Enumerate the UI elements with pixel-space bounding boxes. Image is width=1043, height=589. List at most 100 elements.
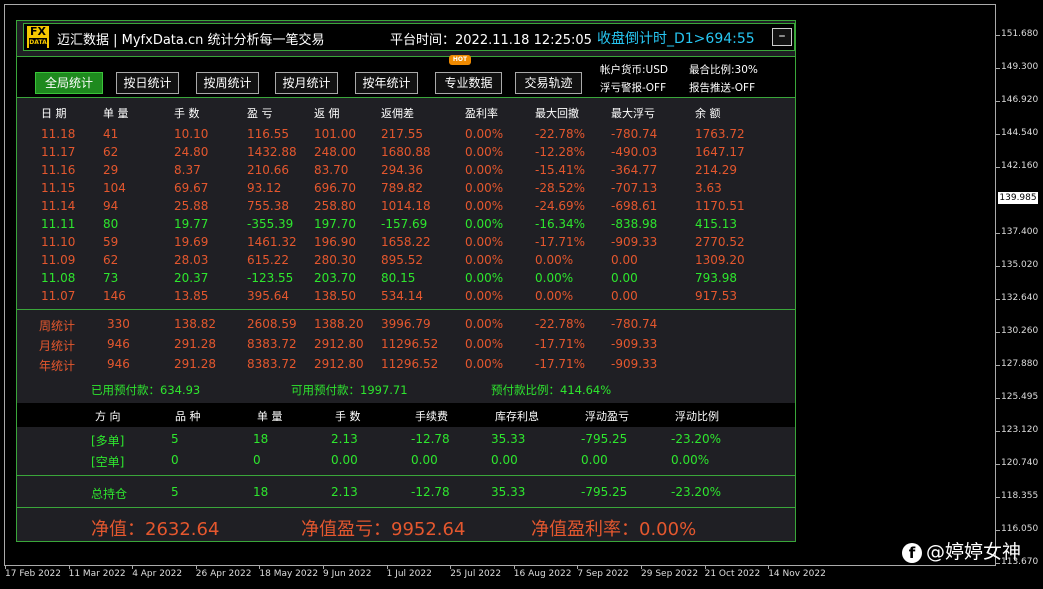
summary-cell: 0.00%	[465, 337, 504, 351]
positions-cell: 5	[171, 432, 179, 446]
float-alert-toggle[interactable]: 浮亏警报-OFF	[600, 80, 666, 95]
positions-cell: 0.00	[331, 453, 358, 467]
positions-cell[interactable]: [空单]	[91, 453, 124, 470]
time-tick: 21 Oct 2022	[704, 565, 761, 579]
panel-title: 迈汇数据 | MyfxData.cn 统计分析每一笔交易	[57, 33, 325, 48]
table-cell: 0.00%	[465, 235, 504, 249]
minimize-button[interactable]: –	[772, 28, 792, 46]
price-tick: 151.680	[995, 29, 1039, 39]
table-header-cell: 日 期	[41, 107, 67, 120]
time-tick: 11 Mar 2022	[68, 565, 126, 579]
table-cell: 2770.52	[695, 235, 745, 249]
table-cell: 0.00%	[535, 253, 574, 267]
summary-cell: 1388.20	[314, 317, 364, 331]
price-tick: 120.740	[995, 458, 1039, 468]
tab-daily-stats[interactable]: 按日统计	[116, 72, 179, 94]
positions-total-cell: 2.13	[331, 485, 358, 499]
table-cell: 789.82	[381, 181, 423, 195]
positions-cell: 2.13	[331, 432, 358, 446]
table-cell: 1170.51	[695, 199, 745, 213]
tab-yearly-stats[interactable]: 按年统计	[355, 72, 418, 94]
table-cell: 94	[103, 199, 119, 213]
table-cell: 696.70	[314, 181, 356, 195]
table-cell: 917.53	[695, 289, 737, 303]
table-cell: 0.00%	[465, 163, 504, 177]
summary-cell: 946	[107, 357, 130, 371]
table-cell: 11.09	[41, 253, 76, 267]
table-cell: 0.00%	[465, 271, 504, 285]
used-prepayment: 已用预付款：634.93	[91, 383, 201, 397]
table-header-cell: 最大浮亏	[611, 107, 655, 120]
summary-cell: 946	[107, 337, 130, 351]
positions-cell: -12.78	[411, 432, 450, 446]
positions-header: 方 向 品 种 单 量 手 数 手续费 库存利息 浮动盈亏 浮动比例	[17, 403, 795, 427]
table-cell: -28.52%	[535, 181, 586, 195]
positions-total-cell: -12.78	[411, 485, 450, 499]
equity-pnl: 净值盈亏：9952.64	[301, 519, 466, 540]
account-currency: 帐户货币:USD	[600, 64, 668, 76]
table-cell: 0.00%	[535, 289, 574, 303]
table-cell: 19.69	[174, 235, 209, 249]
table-cell: 11.11	[41, 217, 76, 231]
table-cell: -16.34%	[535, 217, 586, 231]
table-cell: 0.00%	[465, 289, 504, 303]
table-header-cell: 最大回撤	[535, 107, 579, 120]
price-tick: 149.300	[995, 62, 1039, 72]
table-cell: 1680.88	[381, 145, 431, 159]
table-cell: 25.88	[174, 199, 209, 213]
available-prepayment: 可用预付款：1997.71	[291, 383, 408, 397]
report-push-toggle[interactable]: 报告推送-OFF	[689, 80, 755, 95]
stats-table-header: 日 期 单 量 手 数 盈 亏 返 佣 返佣差 盈利率 最大回撤 最大浮亏 余 额	[17, 101, 795, 123]
positions-header-cell: 手 数	[335, 410, 361, 423]
table-cell: 615.22	[247, 253, 289, 267]
table-cell: 258.80	[314, 199, 356, 213]
tab-trade-track[interactable]: 交易轨迹	[515, 72, 582, 94]
hot-badge: HOT	[449, 55, 471, 65]
divider	[17, 475, 795, 476]
positions-cell[interactable]: [多单]	[91, 432, 124, 449]
positions-header-cell: 浮动比例	[675, 410, 719, 423]
price-tick: 130.260	[995, 326, 1039, 336]
tab-weekly-stats[interactable]: 按周统计	[196, 72, 259, 94]
table-cell: -707.13	[611, 181, 658, 195]
table-header-cell: 返佣差	[381, 107, 414, 120]
positions-total-cell: -23.20%	[671, 485, 722, 499]
tab-global-stats[interactable]: 全局统计	[35, 72, 103, 94]
table-cell: 116.55	[247, 127, 289, 141]
summary-cell: 11296.52	[381, 357, 439, 371]
table-cell: -15.41%	[535, 163, 586, 177]
table-cell: 41	[103, 127, 119, 141]
table-cell: 13.85	[174, 289, 209, 303]
table-cell: -780.74	[611, 127, 658, 141]
divider	[17, 507, 795, 508]
tab-pro-data[interactable]: 专业数据	[435, 72, 502, 94]
table-cell: 0.00	[611, 253, 638, 267]
stats-table-body: 11.18 41 10.10 116.55 101.00 217.55 0.00% -22.7…	[17, 123, 795, 309]
table-cell: -12.28%	[535, 145, 586, 159]
table-cell: 11.15	[41, 181, 76, 195]
table-cell: 415.13	[695, 217, 737, 231]
positions-header-cell: 方 向	[95, 410, 121, 423]
table-cell: 0.00	[611, 271, 638, 285]
table-cell: -17.71%	[535, 235, 586, 249]
positions-header-cell: 库存利息	[495, 410, 539, 423]
table-cell: 217.55	[381, 127, 423, 141]
time-tick: 9 Jun 2022	[323, 565, 372, 579]
positions-cell: 0.00%	[671, 453, 710, 467]
table-cell: 11.10	[41, 235, 76, 249]
table-cell: 11.17	[41, 145, 76, 159]
table-header-cell: 手 数	[174, 107, 200, 120]
table-header-cell: 盈利率	[465, 107, 498, 120]
tab-monthly-stats[interactable]: 按月统计	[275, 72, 338, 94]
table-cell: -364.77	[611, 163, 658, 177]
time-tick: 16 Aug 2022	[513, 565, 572, 579]
table-cell: 83.70	[314, 163, 349, 177]
time-tick: 4 Apr 2022	[132, 565, 183, 579]
table-cell: 69.67	[174, 181, 209, 195]
summary-cell: 年统计	[39, 359, 76, 373]
table-cell: 203.70	[314, 271, 356, 285]
table-cell: 1763.72	[695, 127, 745, 141]
table-cell: 3.63	[695, 181, 722, 195]
summary-cell: 2608.59	[247, 317, 297, 331]
positions-total-cell: 35.33	[491, 485, 526, 499]
